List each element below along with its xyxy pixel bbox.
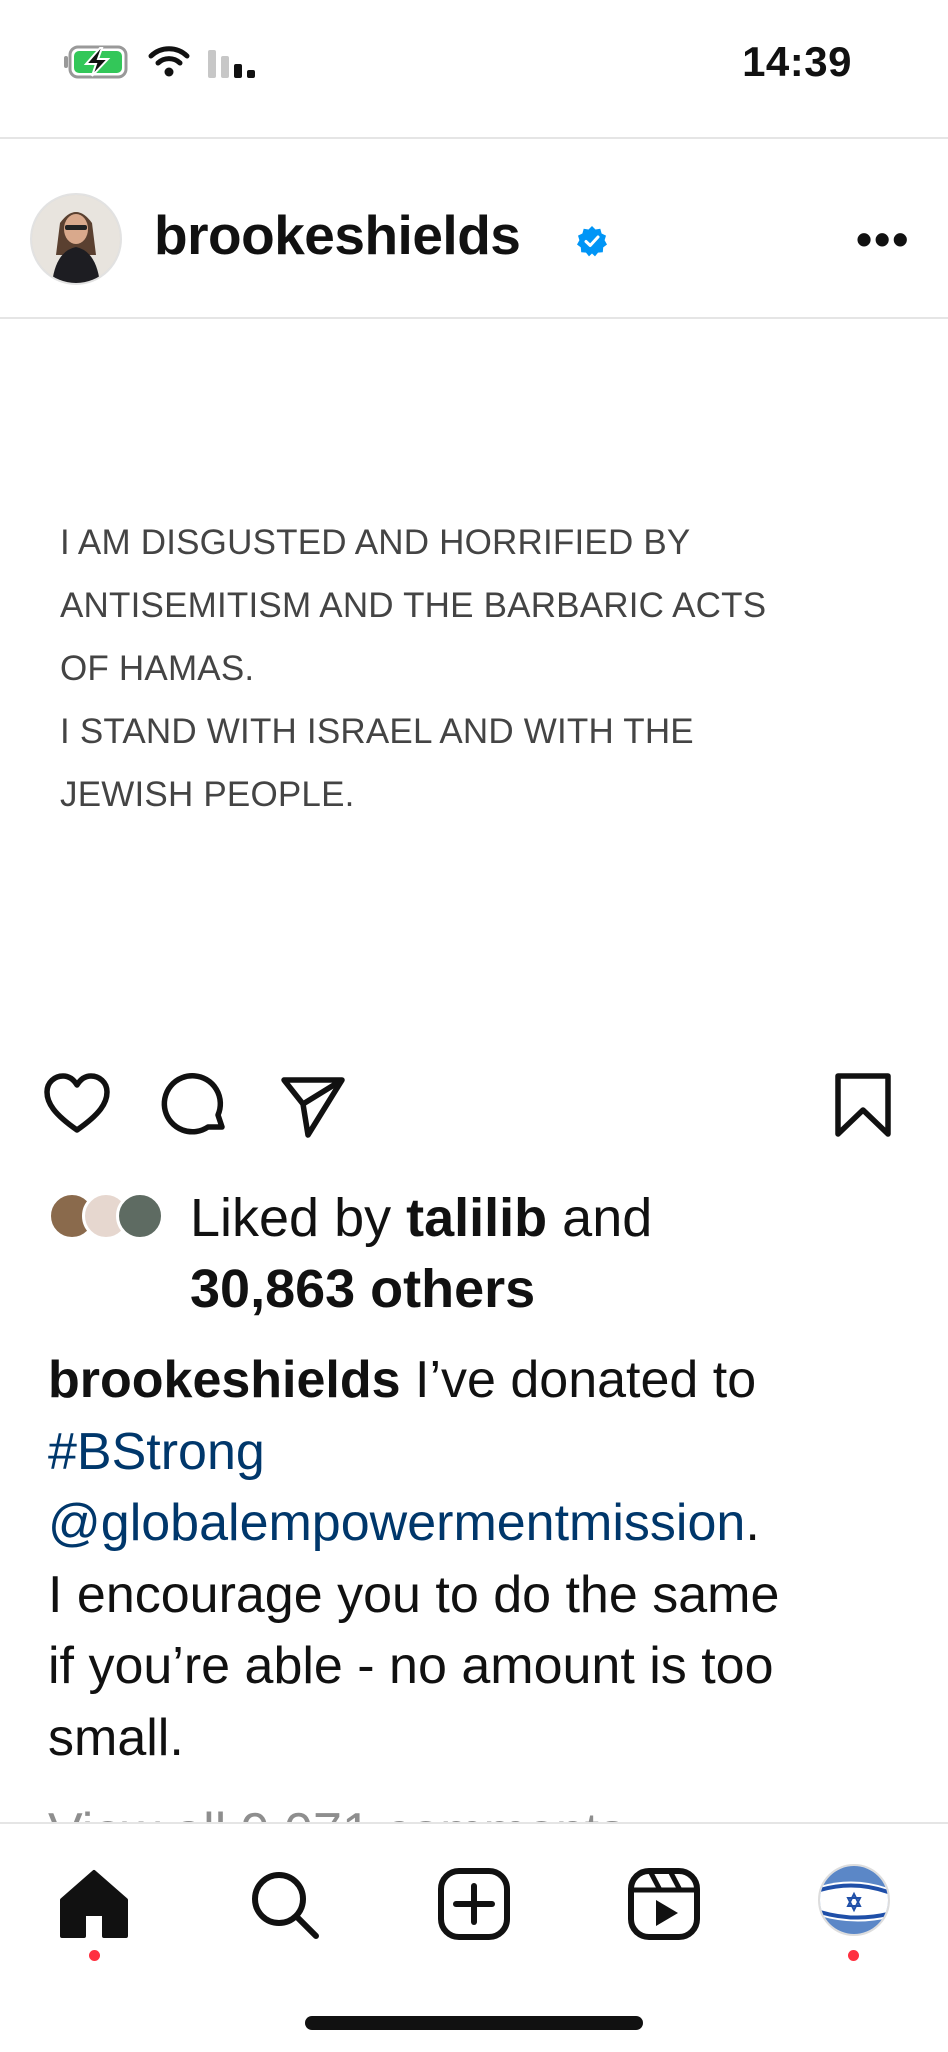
home-notification-dot xyxy=(89,1950,100,1961)
wifi-icon xyxy=(148,46,190,77)
verified-badge-icon xyxy=(577,226,607,257)
home-indicator[interactable] xyxy=(305,2016,643,2030)
status-time: 14:39 xyxy=(742,38,852,85)
liker-avatar xyxy=(116,1192,164,1240)
bookmark-icon[interactable] xyxy=(828,1070,898,1140)
post-top-divider xyxy=(0,317,948,319)
profile-avatar[interactable] xyxy=(818,1864,890,1936)
search-icon[interactable] xyxy=(246,1866,322,1942)
likes-count[interactable]: 30,863 others xyxy=(190,1257,535,1321)
liked-by-avatars[interactable] xyxy=(48,1192,178,1242)
post-text-line: I AM DISGUSTED AND HORRIFIED BY xyxy=(60,523,691,562)
caption-username[interactable]: brookeshields xyxy=(48,1351,401,1409)
comment-icon[interactable] xyxy=(160,1070,230,1140)
author-avatar[interactable] xyxy=(30,193,122,285)
liked-by-text[interactable]: Liked by talilib and xyxy=(190,1186,652,1250)
caption-mention[interactable]: @globalempowermentmission xyxy=(48,1494,745,1552)
caption-text: I’ve donated to xyxy=(400,1351,757,1409)
israel-flag-icon xyxy=(820,1866,888,1934)
cellular-signal-icon xyxy=(208,50,255,78)
author-username[interactable]: brookeshields xyxy=(154,203,521,267)
caption-text: if you’re able - no amount is too xyxy=(48,1637,774,1695)
status-bar: 14:39 xyxy=(0,0,948,137)
share-icon[interactable] xyxy=(278,1070,348,1140)
author-avatar-image xyxy=(32,195,120,283)
post-text-line: I STAND WITH ISRAEL AND WITH THE xyxy=(60,712,694,751)
reels-icon[interactable] xyxy=(626,1866,702,1942)
caption-text: small. xyxy=(48,1708,184,1767)
caption-text: . xyxy=(745,1494,760,1552)
post-caption: brookeshields I’ve donated to #BStrong @… xyxy=(48,1345,918,1774)
post-text-line: ANTISEMITISM AND THE BARBARIC ACTS xyxy=(60,586,767,625)
liked-by-connector: and xyxy=(547,1188,653,1248)
post-header: brookeshields ••• xyxy=(0,139,948,317)
create-icon[interactable] xyxy=(436,1866,512,1942)
home-icon[interactable] xyxy=(56,1866,132,1942)
bottom-navigation xyxy=(0,1822,948,2052)
profile-notification-dot xyxy=(848,1950,859,1961)
caption-text: I encourage you to do the same xyxy=(48,1565,780,1624)
post-text-line: JEWISH PEOPLE. xyxy=(60,775,355,814)
caption-hashtag[interactable]: #BStrong xyxy=(48,1423,265,1481)
more-options-icon[interactable]: ••• xyxy=(856,216,910,262)
battery-charging-icon xyxy=(64,45,128,79)
liked-by-user[interactable]: talilib xyxy=(406,1188,547,1248)
liked-by-prefix: Liked by xyxy=(190,1188,407,1248)
post-image-text: I AM DISGUSTED AND HORRIFIED BY ANTISEMI… xyxy=(60,511,900,826)
post-text-line: OF HAMAS. xyxy=(60,649,255,688)
heart-icon[interactable] xyxy=(42,1070,112,1140)
